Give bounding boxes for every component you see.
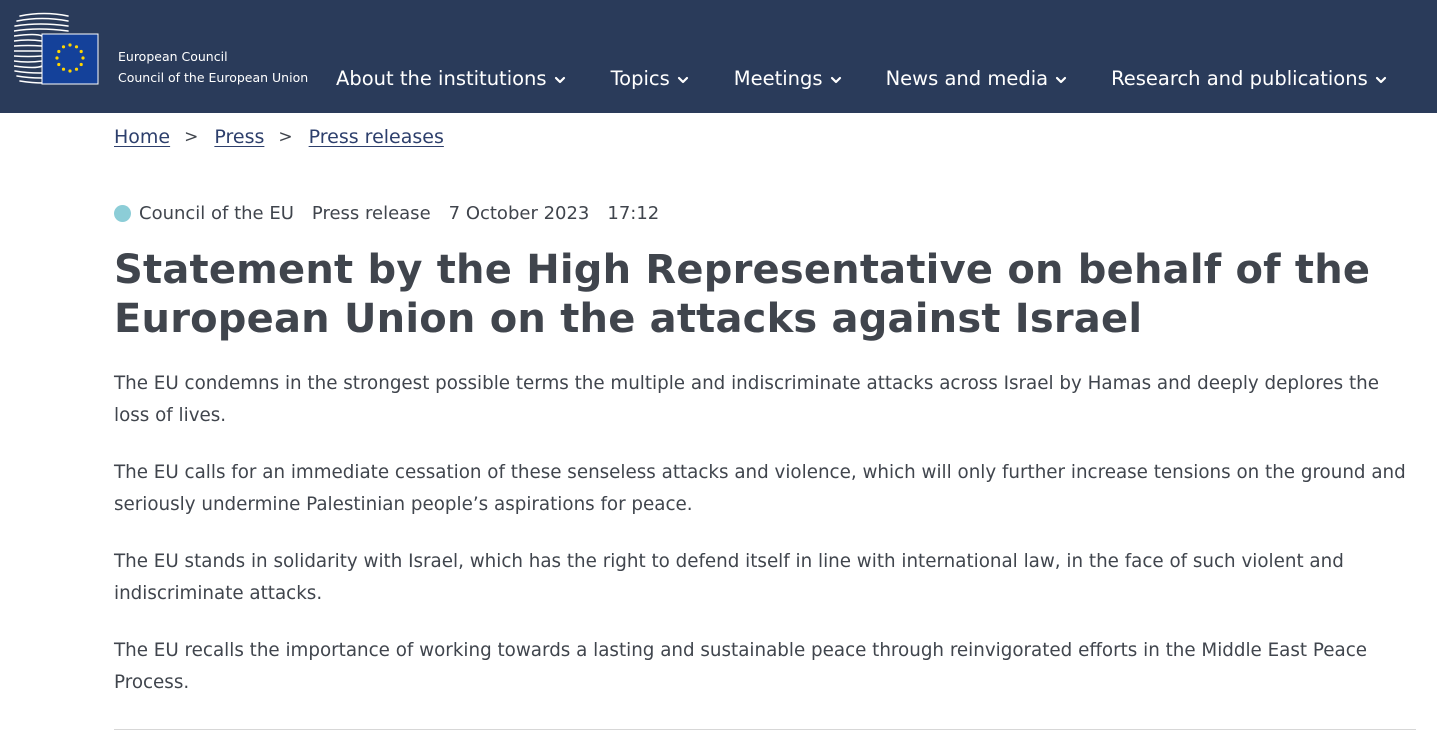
brand-name[interactable]: European Council Council of the European…	[118, 46, 308, 88]
breadcrumb-press-releases[interactable]: Press releases	[309, 126, 444, 148]
main-nav: About the institutions Topics Meetings N…	[336, 62, 1388, 94]
brand-line-european-council: European Council	[118, 49, 228, 64]
article-paragraph: The EU recalls the importance of working…	[114, 640, 1367, 693]
article-body: The EU condemns in the strongest possibl…	[114, 368, 1419, 724]
brand-line-council-of-eu: Council of the European Union	[118, 70, 309, 85]
nav-item-topics[interactable]: Topics	[611, 67, 690, 90]
article-paragraph: The EU stands in solidarity with Israel,…	[114, 551, 1344, 604]
meta-institution: Council of the EU	[139, 203, 294, 224]
meta-time: 17:12	[607, 203, 660, 224]
chevron-down-icon	[830, 76, 841, 83]
breadcrumb-separator: >	[278, 127, 293, 147]
chevron-down-icon	[554, 76, 565, 83]
institution-dot-icon	[114, 205, 131, 222]
nav-item-meetings[interactable]: Meetings	[734, 67, 843, 90]
meta-date: 7 October 2023	[448, 203, 590, 224]
divider	[114, 729, 1416, 730]
nav-item-research-and-publications[interactable]: Research and publications	[1111, 67, 1388, 90]
article-title: Statement by the High Representative on …	[114, 247, 1371, 342]
nav-item-label: About the institutions	[336, 66, 547, 90]
article-meta: Council of the EU Press release 7 Octobe…	[114, 203, 659, 224]
breadcrumb-press[interactable]: Press	[214, 126, 264, 148]
nav-item-news-and-media[interactable]: News and media	[886, 67, 1069, 90]
chevron-down-icon	[677, 76, 688, 83]
nav-item-label: Meetings	[733, 66, 823, 90]
meta-type: Press release	[311, 203, 431, 224]
chevron-down-icon	[1055, 76, 1067, 83]
article-paragraph: The EU calls for an immediate cessation …	[114, 462, 1406, 515]
chevron-down-icon	[1375, 76, 1386, 83]
nav-item-label: News and media	[885, 66, 1049, 90]
eu-council-logo[interactable]	[14, 12, 100, 86]
breadcrumb-home[interactable]: Home	[114, 126, 170, 148]
nav-item-label: Research and publications	[1111, 66, 1368, 90]
breadcrumb-separator: >	[184, 127, 199, 147]
article-paragraph: The EU condemns in the strongest possibl…	[114, 373, 1379, 426]
nav-item-about-the-institutions[interactable]: About the institutions	[336, 67, 567, 90]
breadcrumb: Home > Press > Press releases	[114, 126, 444, 148]
nav-item-label: Topics	[610, 66, 670, 90]
site-header: European Council Council of the European…	[0, 0, 1437, 113]
